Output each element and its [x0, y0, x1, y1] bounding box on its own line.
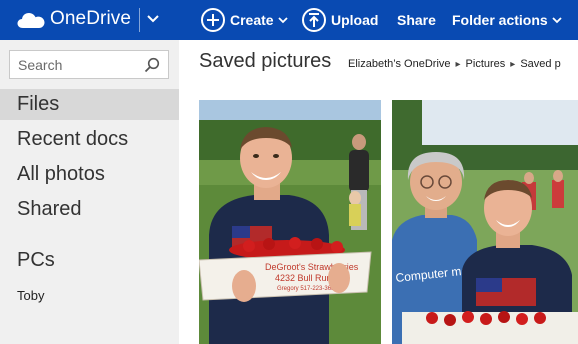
search-box	[9, 50, 169, 79]
sidebar-item-shared[interactable]: Shared	[0, 194, 179, 225]
cloud-icon	[17, 13, 45, 28]
chevron-down-icon	[277, 17, 288, 24]
sidebar-item-all-photos[interactable]: All photos	[0, 159, 179, 190]
upload-icon	[302, 8, 326, 32]
sidebar-item-files[interactable]: Files	[0, 89, 179, 120]
plus-circle-icon	[201, 8, 225, 32]
photo-woman-and-boy: Computer ma	[392, 100, 578, 344]
folder-actions-button[interactable]: Folder actions	[452, 0, 562, 40]
share-button[interactable]: Share	[397, 0, 436, 40]
breadcrumb-item-current: Saved p	[520, 58, 561, 70]
sidebar-item-pcs[interactable]: PCs	[0, 245, 179, 276]
create-button[interactable]: Create	[201, 0, 288, 40]
create-label: Create	[230, 12, 274, 28]
photo-boy-strawberries: DeGroot's Strawberries 4232 Bull Run Rd …	[199, 100, 381, 344]
chevron-right-icon: ▸	[510, 58, 516, 70]
sidebar-item-label: Recent docs	[17, 128, 129, 150]
brand-divider	[139, 8, 140, 32]
sidebar-item-pc-toby[interactable]: Toby	[17, 288, 44, 303]
breadcrumb-item[interactable]: Elizabeth’s OneDrive	[348, 58, 451, 70]
page-title: Saved pictures	[199, 50, 332, 72]
onedrive-logo[interactable]: OneDrive	[0, 0, 139, 40]
upload-button[interactable]: Upload	[302, 0, 378, 40]
breadcrumb-item[interactable]: Pictures	[466, 58, 506, 70]
upload-label: Upload	[331, 12, 379, 28]
share-label: Share	[397, 12, 436, 28]
app-name: OneDrive	[50, 8, 132, 29]
sidebar-heading-pcs: PCs	[17, 249, 55, 271]
chevron-down-icon	[552, 17, 562, 24]
chevron-down-icon[interactable]	[146, 12, 160, 26]
main-content: Saved pictures Elizabeth’s OneDrive ▸ Pi…	[179, 40, 578, 344]
search-icon[interactable]	[144, 57, 160, 73]
chevron-right-icon: ▸	[455, 58, 461, 70]
breadcrumb: Elizabeth’s OneDrive ▸ Pictures ▸ Saved …	[348, 58, 561, 70]
photo-thumbnail[interactable]: DeGroot's Strawberries 4232 Bull Run Rd …	[199, 100, 381, 344]
photo-thumbnail[interactable]: Computer ma	[392, 100, 578, 344]
left-navigation: Files Recent docs All photos Shared PCs …	[0, 40, 179, 344]
sidebar-item-label: Files	[17, 93, 60, 115]
sidebar-item-label: All photos	[17, 163, 105, 185]
search-input[interactable]	[18, 56, 138, 74]
folder-actions-label: Folder actions	[452, 12, 548, 28]
top-bar: OneDrive Create Upload Share Folder acti…	[0, 0, 578, 40]
sidebar-item-recent-docs[interactable]: Recent docs	[0, 124, 179, 155]
box-text: Gregory 517-223-3688	[277, 286, 338, 292]
sidebar-item-label: Shared	[17, 198, 82, 220]
